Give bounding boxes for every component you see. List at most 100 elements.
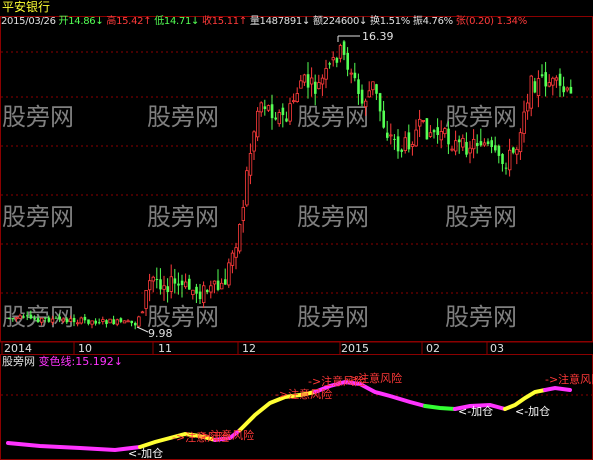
candle-body — [227, 262, 231, 286]
candle-body — [371, 81, 375, 91]
candle-body — [490, 140, 493, 148]
candle-body — [410, 143, 415, 147]
candle-body — [230, 252, 235, 266]
candle-body — [108, 318, 112, 324]
open-label: 开 — [58, 16, 69, 27]
x-axis-labels: 2014 10 11 12 2015 02 03 — [4, 342, 504, 355]
candle-body — [11, 318, 15, 320]
min-price-label: 9.98 — [148, 327, 173, 340]
candle-body — [331, 57, 335, 61]
candle-body — [346, 52, 349, 70]
candle-body — [101, 319, 105, 322]
high-arrow-icon: ↑ — [143, 16, 152, 27]
candle-body — [26, 315, 29, 317]
quote-info-bar: 2015/03/26 开14.86↓ 高15.42↑ 低14.71↓ 收15.1… — [1, 15, 527, 28]
candle-body — [29, 314, 33, 319]
indicator-line-segment — [6, 441, 142, 453]
candle-body — [162, 285, 166, 290]
indicator-signal-labels: <-加仓 ->注意风险 ->注意风险 ->注意风险 ->注意风险 ->注意风险 … — [128, 371, 593, 460]
candle-body — [414, 129, 418, 147]
candle-body — [50, 318, 55, 323]
amplitude-value: 4.76% — [422, 16, 454, 27]
candle-body — [224, 279, 227, 285]
candle-body — [512, 147, 515, 153]
candle-body — [482, 142, 487, 146]
candle-body — [338, 45, 343, 59]
candle-body — [342, 41, 346, 55]
candle-body — [302, 74, 307, 83]
candle-body — [494, 145, 497, 151]
x-tick-label: 02 — [426, 342, 440, 355]
candle-body — [436, 127, 439, 136]
low-value: 14.71 — [163, 16, 192, 27]
watermark: 股旁网 — [445, 303, 517, 331]
change-value: (0.20) — [465, 16, 494, 27]
volume-value: 1487891 — [259, 16, 303, 27]
low-arrow-icon: ↓ — [191, 16, 200, 27]
candle-body — [507, 149, 512, 171]
open-arrow-icon: ↓ — [95, 16, 104, 27]
candle-body — [551, 77, 555, 86]
candle-body — [219, 282, 224, 290]
watermark: 股旁网 — [297, 303, 369, 331]
candle-body — [529, 75, 533, 109]
candle-body — [544, 72, 547, 87]
candle-body — [453, 140, 458, 152]
quote-date: 2015/03/26 — [1, 16, 56, 27]
candle-body — [295, 93, 299, 102]
watermark: 股旁网 — [2, 203, 74, 231]
indicator-line-value: 变色线:15.192 — [38, 355, 114, 368]
candle-body — [54, 317, 58, 319]
candle-body — [201, 285, 206, 304]
change-pct-value: 1.34% — [496, 16, 528, 27]
candle-body — [147, 280, 152, 291]
candle-body — [105, 320, 108, 325]
candle-body — [378, 93, 382, 112]
candle-body — [206, 290, 209, 293]
candle-body — [248, 153, 253, 176]
candle-body — [536, 78, 541, 96]
candle-body — [285, 118, 288, 122]
candle-body — [134, 322, 137, 326]
candle-body — [166, 286, 169, 293]
candle-body — [476, 142, 479, 147]
candle-body — [403, 137, 407, 151]
candle-body — [393, 138, 396, 140]
candle-body — [501, 154, 504, 164]
risk-warning-label: ->注意风险 — [275, 387, 332, 401]
candle-body — [320, 77, 325, 85]
candle-body — [22, 316, 25, 318]
candle-body — [353, 72, 357, 79]
x-tick-label: 11 — [158, 342, 172, 355]
candle-body — [177, 283, 180, 286]
candle-body — [540, 74, 544, 77]
candle-body — [234, 247, 238, 258]
amplitude-label: 振 — [412, 16, 423, 27]
candle-body — [173, 278, 177, 284]
stock-title[interactable]: 平安银行 — [2, 0, 50, 14]
indicator-name[interactable]: 股旁网 — [2, 355, 35, 368]
add-position-label: <-加仓 — [458, 404, 493, 418]
add-position-label: <-加仓 — [515, 404, 550, 418]
max-price-label: 16.39 — [362, 30, 394, 43]
x-tick-label: 2014 — [4, 342, 32, 355]
candle-body — [291, 100, 296, 103]
candle-body — [94, 320, 97, 324]
candle-body — [518, 132, 523, 153]
candle-body — [421, 120, 425, 122]
watermark: 股旁网 — [297, 203, 369, 231]
candle-body — [458, 139, 461, 143]
candle-body — [18, 315, 22, 319]
candle-body — [266, 105, 271, 111]
chart-canvas[interactable]: 2014 10 11 12 2015 02 03 股旁网 股旁网 股旁网 股旁网… — [0, 0, 593, 460]
candle-body — [504, 167, 508, 169]
candle-body — [79, 317, 83, 324]
x-tick-label: 10 — [78, 342, 92, 355]
candle-body — [87, 319, 90, 324]
candle-body — [417, 118, 422, 127]
candle-body — [450, 148, 454, 151]
candle-body — [328, 63, 331, 65]
candle-body — [526, 102, 530, 112]
candle-body — [259, 102, 263, 113]
candle-body — [447, 128, 450, 145]
